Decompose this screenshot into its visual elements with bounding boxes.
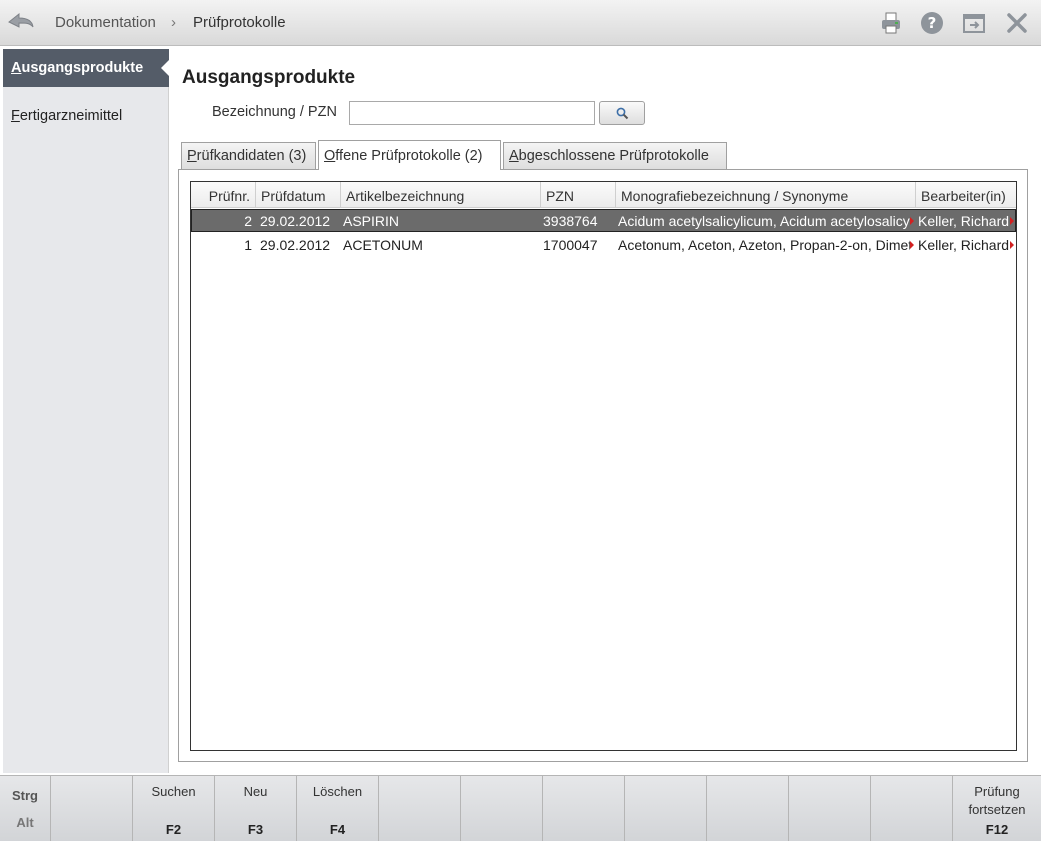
fkey-key: F2 — [165, 822, 182, 837]
print-icon[interactable] — [879, 11, 903, 35]
cell-artikel: ASPIRIN — [343, 213, 400, 229]
fkey-label: Prüfung fortsetzen — [968, 784, 1026, 817]
cell-bearbeiter: Keller, Richard — [918, 237, 1010, 253]
help-icon[interactable]: ? — [920, 11, 944, 35]
sidebar-item-mnemonic: A — [11, 60, 22, 76]
fkey-label: Suchen — [151, 784, 196, 799]
sidebar-item-mnemonic: F — [11, 108, 20, 124]
cell-monografie: Acidum acetylsalicylicum, Acidum acetylo… — [618, 213, 910, 229]
cell-monografie: Acetonum, Aceton, Azeton, Propan-2-on, D… — [618, 237, 910, 253]
fkey-suchen-button[interactable]: Suchen F2 — [133, 776, 215, 841]
fkey-empty-10[interactable] — [789, 776, 871, 841]
fkey-empty-5[interactable] — [379, 776, 461, 841]
sidebar-item-ausgangsprodukte[interactable]: Ausgangsprodukte — [3, 49, 170, 87]
truncation-marker — [1010, 241, 1014, 249]
back-arrow-icon[interactable] — [6, 10, 36, 34]
svg-text:?: ? — [928, 14, 937, 32]
fkey-key: F3 — [247, 822, 264, 837]
fkey-empty-8[interactable] — [625, 776, 707, 841]
cell-pruefnr: 1 — [244, 237, 252, 253]
sidebar: Ausgangsprodukte Fertigarzneimittel — [3, 49, 170, 773]
tab-label: rüfkandidaten (3) — [196, 148, 307, 164]
search-button[interactable] — [599, 101, 645, 125]
tab-label: ffene Prüfprotokolle (2) — [335, 148, 483, 164]
column-header-bearbeiter[interactable]: Bearbeiter(in) — [916, 182, 1016, 208]
search-label: Bezeichnung / PZN — [212, 104, 337, 120]
tab-label: bgeschlossene Prüfprotokolle — [518, 148, 709, 164]
page-title: Ausgangsprodukte — [182, 67, 356, 88]
cell-artikel: ACETONUM — [343, 237, 423, 253]
fkey-empty-9[interactable] — [707, 776, 789, 841]
tab-pruefkandidaten[interactable]: Prüfkandidaten (3) — [181, 142, 316, 169]
fkey-empty-11[interactable] — [871, 776, 953, 841]
tab-mnemonic: P — [187, 148, 197, 164]
cell-pruefnr: 2 — [244, 213, 252, 229]
title-bar: Dokumentation › Prüfprotokolle ? — [0, 0, 1041, 46]
column-header-pruefnr[interactable]: Prüfnr. — [191, 182, 256, 208]
fkey-key: F4 — [329, 822, 346, 837]
tab-offene-pruefprotokolle[interactable]: Offene Prüfprotokolle (2) — [318, 140, 501, 170]
modifier-strg[interactable]: Strg — [0, 788, 50, 803]
column-header-monografie[interactable]: Monografiebezeichnung / Synonyme — [616, 182, 916, 208]
cell-bearbeiter: Keller, Richard — [918, 213, 1010, 229]
fkey-label: Neu — [243, 784, 268, 799]
tab-mnemonic: A — [509, 148, 519, 164]
window-restore-icon[interactable] — [962, 11, 986, 35]
function-key-bar: Strg Alt Suchen F2 Neu F3 Löschen F4 Prüfun… — [0, 775, 1041, 841]
fkey-empty-1[interactable] — [51, 776, 133, 841]
protocol-table: Prüfnr. Prüfdatum Artikelbezeichnung PZN… — [190, 181, 1017, 751]
fkey-empty-6[interactable] — [461, 776, 543, 841]
fkey-neu-button[interactable]: Neu F3 — [215, 776, 297, 841]
search-input[interactable] — [349, 101, 595, 125]
cell-pruefdatum: 29.02.2012 — [260, 237, 331, 253]
modifier-alt[interactable]: Alt — [0, 815, 50, 830]
table-row[interactable]: 1 29.02.2012 ACETONUM 1700047 Acetonum, … — [191, 233, 1016, 256]
fkey-loeschen-button[interactable]: Löschen F4 — [297, 776, 379, 841]
breadcrumb-dokumentation[interactable]: Dokumentation — [55, 14, 156, 31]
cell-pruefdatum: 29.02.2012 — [260, 213, 331, 229]
tab-abgeschlossene-pruefprotokolle[interactable]: Abgeschlossene Prüfprotokolle — [503, 142, 727, 169]
truncation-marker — [1010, 217, 1014, 225]
column-header-pruefdatum[interactable]: Prüfdatum — [256, 182, 341, 208]
breadcrumb-current: Prüfprotokolle — [193, 14, 286, 31]
fkey-pruefung-fortsetzen-button[interactable]: Prüfung fortsetzen F12 — [953, 776, 1041, 841]
close-icon[interactable] — [1005, 11, 1029, 35]
column-header-artikelbezeichnung[interactable]: Artikelbezeichnung — [341, 182, 541, 208]
cell-pzn: 1700047 — [543, 237, 598, 253]
column-header-pzn[interactable]: PZN — [541, 182, 616, 208]
fkey-empty-7[interactable] — [543, 776, 625, 841]
sidebar-item-fertigarzneimittel[interactable]: Fertigarzneimittel — [11, 108, 122, 124]
cell-pzn: 3938764 — [543, 213, 598, 229]
modifier-keys: Strg Alt — [0, 776, 51, 841]
sidebar-item-label: usgangsprodukte — [21, 60, 144, 76]
magnifier-icon — [616, 107, 629, 120]
table-row[interactable]: 2 29.02.2012 ASPIRIN 3938764 Acidum acet… — [191, 209, 1016, 232]
breadcrumb-separator: › — [171, 14, 176, 31]
fkey-key: F12 — [985, 822, 1009, 837]
tab-mnemonic: O — [324, 148, 336, 164]
sidebar-item-label: ertigarzneimittel — [19, 108, 123, 124]
fkey-label: Löschen — [312, 784, 363, 799]
table-header: Prüfnr. Prüfdatum Artikelbezeichnung PZN… — [191, 182, 1016, 208]
